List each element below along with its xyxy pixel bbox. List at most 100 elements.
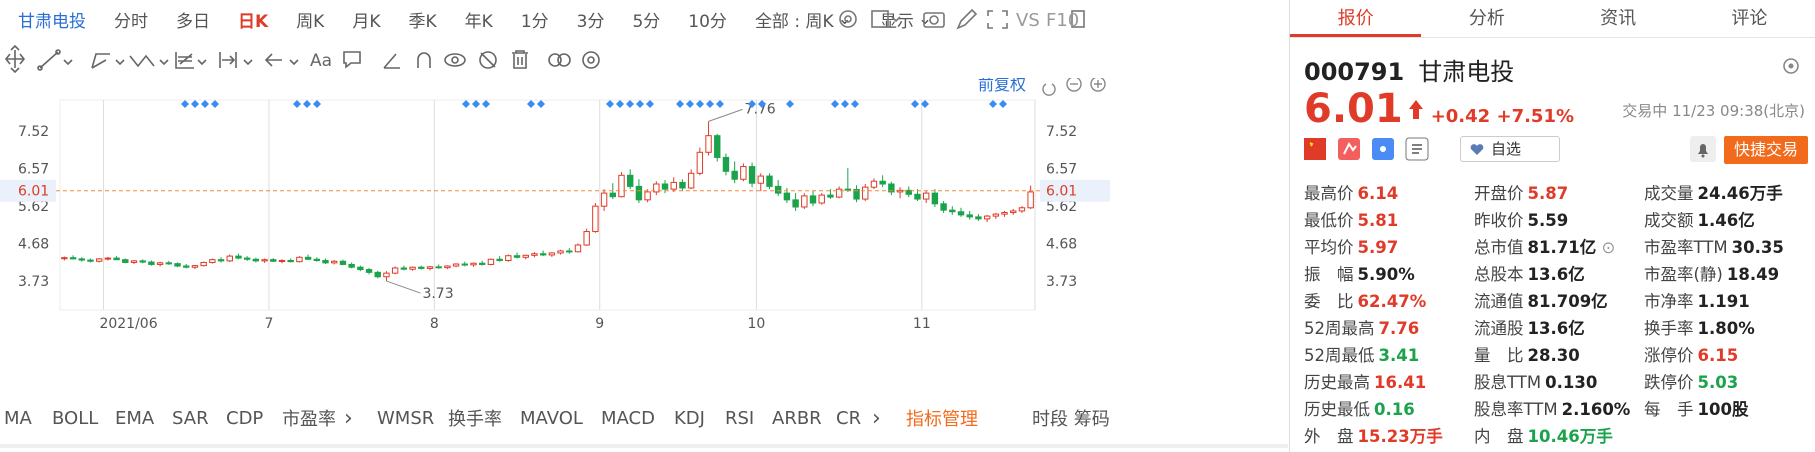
text-tool-icon[interactable]: Aa (310, 51, 332, 71)
event-marker[interactable] (482, 100, 490, 108)
delete-icon[interactable] (512, 50, 528, 69)
pen-icon[interactable] (956, 8, 978, 30)
line-tool-icon[interactable] (37, 49, 73, 71)
event-marker[interactable] (911, 100, 919, 108)
period-tab-8[interactable]: 3分 (577, 7, 605, 32)
indicator-10[interactable]: KDJ (674, 408, 705, 429)
quick-trade-button[interactable]: 快捷交易 (1724, 136, 1808, 164)
event-marker[interactable] (191, 100, 199, 108)
event-marker[interactable] (786, 100, 794, 108)
event-marker[interactable] (527, 100, 535, 108)
kline-chart[interactable]: 前复权7.52 7.526.57 6.575.62 5.624.68 4.683.73 3… (0, 78, 1288, 400)
period-tab-10[interactable]: 10分 (688, 7, 727, 32)
period-tab-4[interactable]: 月K (352, 7, 380, 32)
indicator-6[interactable]: WMSR (377, 408, 434, 429)
reset-icon[interactable] (1042, 83, 1056, 96)
chevron-right-icon[interactable]: › (872, 406, 881, 431)
add-favorite-button[interactable]: 自选 (1460, 136, 1560, 162)
period-tab-7[interactable]: 1分 (521, 7, 549, 32)
zoom-out-icon[interactable] (1066, 78, 1082, 92)
event-marker[interactable] (537, 100, 545, 108)
event-marker[interactable] (616, 100, 624, 108)
period-tab-9[interactable]: 5分 (632, 7, 660, 32)
indicator-11[interactable]: RSI (725, 408, 754, 429)
vs-compare-button[interactable]: VS (1016, 10, 1040, 31)
chart-type-icon[interactable] (871, 10, 901, 28)
camera-icon[interactable] (923, 12, 945, 28)
compare-icon[interactable] (548, 53, 571, 67)
quote-tab-0[interactable]: 报价 (1290, 0, 1422, 37)
more-icon[interactable]: ⊙ (1596, 238, 1615, 257)
event-marker[interactable] (716, 100, 724, 108)
quote-tab-2[interactable]: 资讯 (1553, 0, 1684, 37)
event-marker[interactable] (626, 100, 634, 108)
event-marker[interactable] (472, 100, 480, 108)
indicator-7[interactable]: 换手率 (448, 405, 502, 431)
magnet-icon[interactable] (417, 52, 431, 68)
settings-icon[interactable] (1781, 56, 1801, 76)
chart-scrollbar[interactable] (0, 440, 1288, 452)
indicator-9[interactable]: MACD (601, 408, 655, 429)
indicator-8[interactable]: MAVOL (520, 408, 583, 429)
period-tab-6[interactable]: 年K (465, 7, 493, 32)
polyline-tool-icon[interactable] (91, 53, 125, 69)
event-marker[interactable] (636, 100, 644, 108)
adjust-mode-button[interactable]: 前复权 (978, 78, 1026, 94)
event-marker[interactable] (646, 100, 654, 108)
angle-tool-icon[interactable] (383, 53, 400, 69)
event-marker[interactable] (999, 100, 1007, 108)
range-tool-icon[interactable] (219, 52, 253, 68)
event-marker[interactable] (676, 100, 684, 108)
indicator-13[interactable]: CR (836, 408, 861, 429)
stock-name-tab[interactable]: 甘肃电投 (18, 7, 86, 32)
event-marker[interactable] (706, 100, 714, 108)
event-marker[interactable] (989, 100, 997, 108)
quote-tab-3[interactable]: 评论 (1684, 0, 1815, 37)
event-marker[interactable] (841, 100, 849, 108)
indicator-12[interactable]: ARBR (772, 408, 822, 429)
indicator-0[interactable]: MA (4, 408, 32, 429)
alert-bell-button[interactable] (1690, 136, 1716, 162)
period-tab-2[interactable]: 日K (238, 7, 268, 32)
event-marker[interactable] (201, 100, 209, 108)
fib-tool-icon[interactable] (175, 52, 207, 69)
hide-drawing-icon[interactable] (479, 51, 497, 69)
chart-settings-icon[interactable] (839, 10, 857, 28)
move-icon[interactable] (4, 44, 26, 74)
margin-trading-icon[interactable] (1338, 138, 1360, 160)
fullscreen-icon[interactable] (987, 10, 1008, 29)
indicator-5[interactable]: 市盈率 (282, 405, 336, 431)
indicator-2[interactable]: EMA (115, 408, 154, 429)
indicator-4[interactable]: CDP (226, 408, 263, 429)
indicator-manage-button[interactable]: 指标管理 (906, 405, 978, 431)
indicator-3[interactable]: SAR (172, 408, 209, 429)
eye-drawing-icon[interactable] (444, 53, 466, 67)
period-tab-5[interactable]: 季K (409, 7, 437, 32)
drawing-settings-icon[interactable] (582, 51, 600, 69)
indicator-1[interactable]: BOLL (52, 408, 98, 429)
event-marker[interactable] (686, 100, 694, 108)
time-share-tab[interactable]: 时段 筹码 (1032, 405, 1110, 431)
event-marker[interactable] (181, 100, 189, 108)
event-marker[interactable] (303, 100, 311, 108)
wave-tool-icon[interactable] (129, 54, 169, 68)
period-tab-0[interactable]: 分时 (114, 7, 148, 32)
chevron-right-icon[interactable]: › (344, 406, 353, 431)
event-marker[interactable] (606, 100, 614, 108)
event-marker[interactable] (211, 100, 219, 108)
f10-button[interactable]: F10 (1046, 10, 1079, 31)
zoom-in-icon[interactable] (1090, 78, 1106, 92)
event-marker[interactable] (696, 100, 704, 108)
event-marker[interactable] (831, 100, 839, 108)
range-select[interactable]: 全部 : 周K (755, 7, 834, 32)
stat-value: 5.03 (1697, 372, 1739, 392)
quote-tab-1[interactable]: 分析 (1421, 0, 1552, 37)
event-marker[interactable] (851, 100, 859, 108)
event-marker[interactable] (293, 100, 301, 108)
arrow-tool-icon[interactable] (264, 53, 299, 67)
callout-tool-icon[interactable] (343, 51, 361, 69)
period-tab-1[interactable]: 多日 (176, 7, 210, 32)
event-marker[interactable] (313, 100, 321, 108)
event-marker[interactable] (462, 100, 470, 108)
period-tab-3[interactable]: 周K (296, 7, 324, 32)
